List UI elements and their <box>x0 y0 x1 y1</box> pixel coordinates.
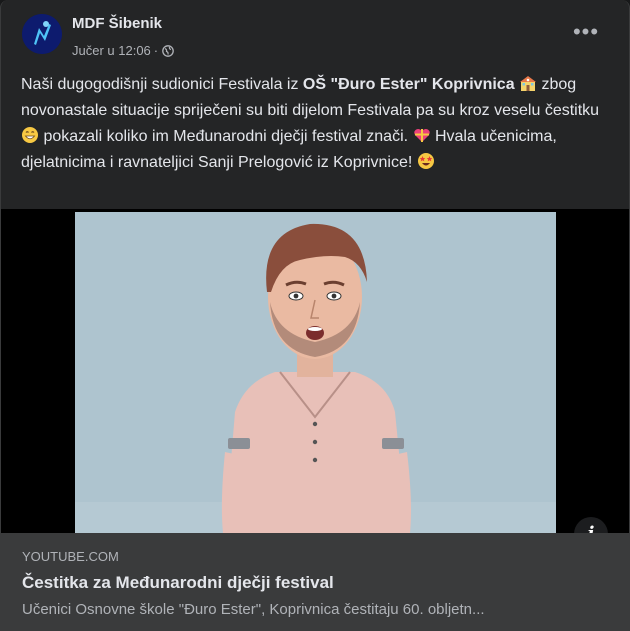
video-thumbnail[interactable] <box>1 209 629 533</box>
school-emoji-icon <box>520 76 537 91</box>
message-text-3: pokazali koliko im Međunarodni dječji fe… <box>43 128 413 145</box>
link-description: Učenici Osnovne škole "Đuro Ester", Kopr… <box>22 601 485 618</box>
video-frame <box>75 212 556 533</box>
facebook-post: MDF Šibenik Jučer u 12:06 · ••• Naši dug… <box>0 0 630 631</box>
link-domain: YOUTUBE.COM <box>22 549 119 564</box>
link-title[interactable]: Čestitka za Međunarodni dječji festival <box>22 573 334 593</box>
post-timestamp[interactable]: Jučer u 12:06 <box>72 43 151 58</box>
mdf-logo-icon <box>22 14 62 54</box>
gift-heart-emoji-icon <box>413 128 430 142</box>
message-school-name: OŠ "Đuro Ester" Koprivnica <box>302 76 515 93</box>
post-message: Naši dugogodišnji sudionici Festivala iz… <box>21 72 616 176</box>
star-struck-emoji-icon <box>417 153 434 169</box>
message-text-1: Naši dugogodišnji sudionici Festivala iz <box>21 76 303 93</box>
more-options-button[interactable]: ••• <box>568 21 604 46</box>
page-avatar[interactable] <box>22 14 62 54</box>
globe-icon[interactable] <box>162 44 174 57</box>
grin-emoji-icon <box>22 127 38 143</box>
meta-separator: · <box>153 43 159 58</box>
cartoon-boy-illustration <box>75 212 556 533</box>
page-name-link[interactable]: MDF Šibenik <box>72 15 162 32</box>
post-meta: Jučer u 12:06 · <box>72 43 174 58</box>
